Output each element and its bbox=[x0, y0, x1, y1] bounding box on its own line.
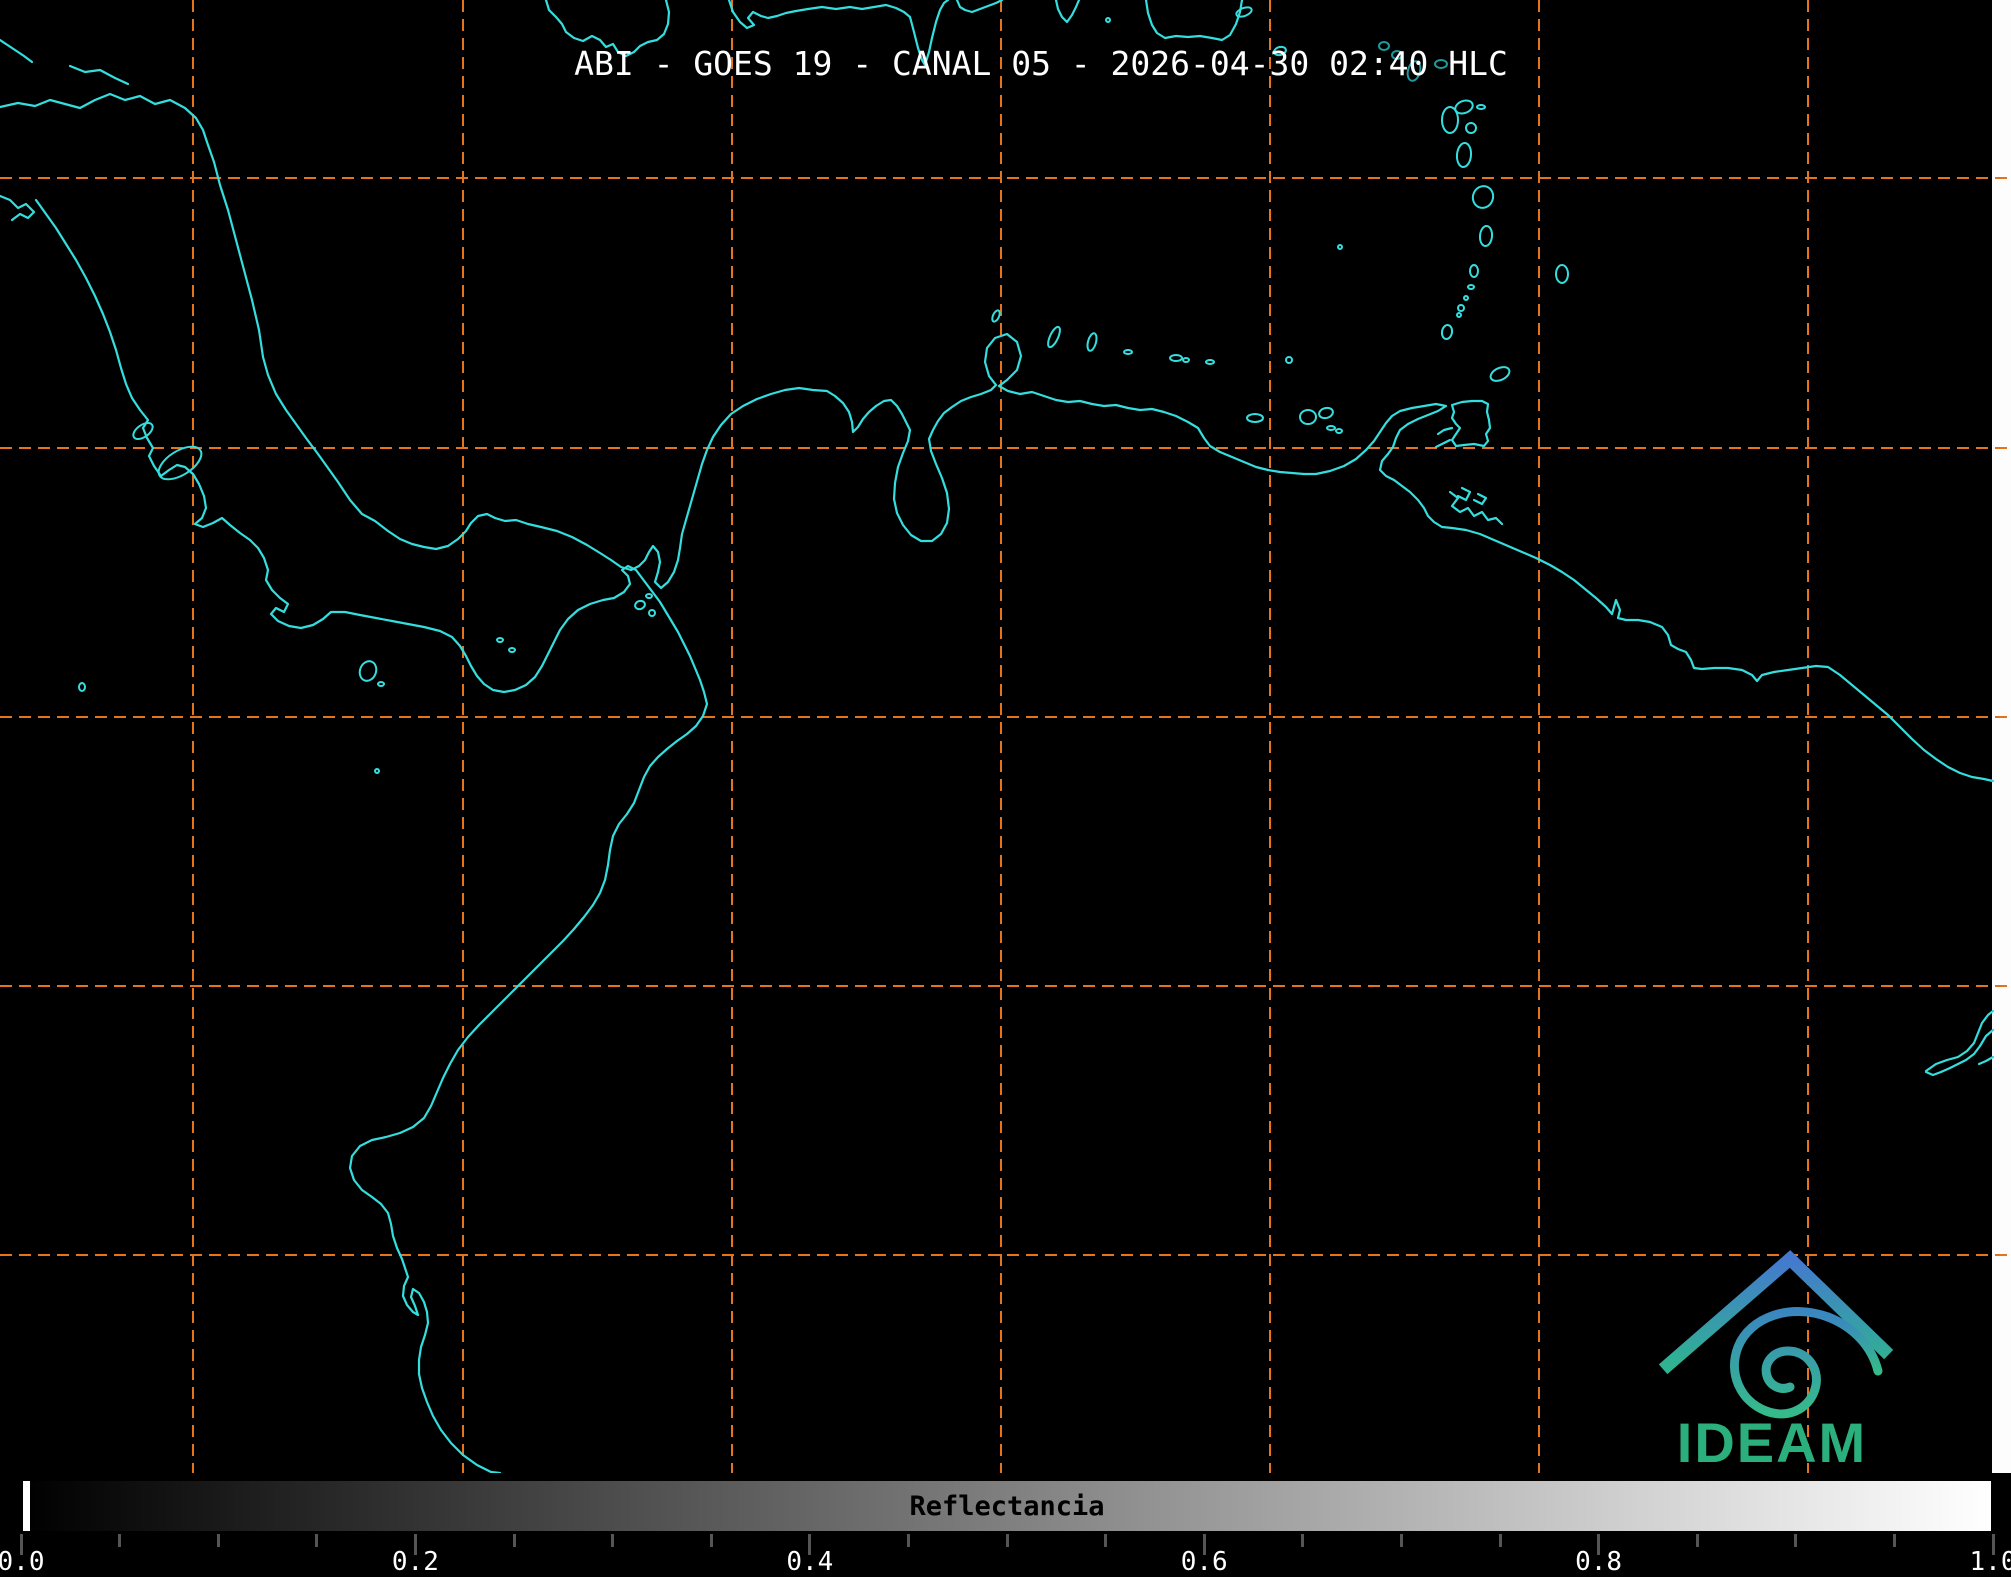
colorbar-minor-tick bbox=[709, 1534, 713, 1547]
colorbar-tick-label: 0.2 bbox=[391, 1547, 439, 1577]
ideam-logo: IDEAM bbox=[1658, 1250, 1894, 1474]
satellite-image-viewport: ABI - GOES 19 - CANAL 05 - 2026-04-30 02… bbox=[0, 0, 2011, 1577]
colorbar-tick-label: 0.6 bbox=[1180, 1547, 1228, 1577]
colorbar-minor-tick bbox=[216, 1534, 220, 1547]
colorbar-minor-tick bbox=[1695, 1534, 1699, 1547]
colorbar-minor-tick bbox=[1892, 1534, 1896, 1547]
colorbar-minor-tick bbox=[118, 1534, 122, 1547]
colorbar-tick-label: 0.0 bbox=[0, 1547, 45, 1577]
colorbar-minor-tick bbox=[1104, 1534, 1108, 1547]
colorbar-minor-tick bbox=[611, 1534, 615, 1547]
colorbar-minor-tick bbox=[512, 1534, 516, 1547]
colorbar-minor-tick bbox=[1301, 1534, 1305, 1547]
colorbar-minor-tick bbox=[1005, 1534, 1009, 1547]
colorbar-minor-tick bbox=[315, 1534, 319, 1547]
colorbar-minor-tick bbox=[906, 1534, 910, 1547]
colorbar-tick-label: 1.0 bbox=[1969, 1547, 2011, 1577]
colorbar-minor-tick bbox=[1498, 1534, 1502, 1547]
ideam-wordmark: IDEAM bbox=[1677, 1411, 1867, 1474]
colorbar-minor-tick bbox=[1794, 1534, 1798, 1547]
colorbar-minor-tick bbox=[1399, 1534, 1403, 1547]
colorbar-label: Reflectancia bbox=[909, 1490, 1105, 1522]
image-title: ABI - GOES 19 - CANAL 05 - 2026-04-30 02… bbox=[574, 44, 1508, 83]
colorbar-tick-label: 0.8 bbox=[1575, 1547, 1623, 1577]
colorbar: Reflectancia bbox=[21, 1479, 1993, 1533]
colorbar-label-wrap: Reflectancia bbox=[23, 1481, 1991, 1531]
scan-edge-strip bbox=[1992, 0, 2011, 1473]
ideam-swirl-icon bbox=[1730, 1307, 1833, 1419]
colorbar-tick-label: 0.4 bbox=[786, 1547, 834, 1577]
